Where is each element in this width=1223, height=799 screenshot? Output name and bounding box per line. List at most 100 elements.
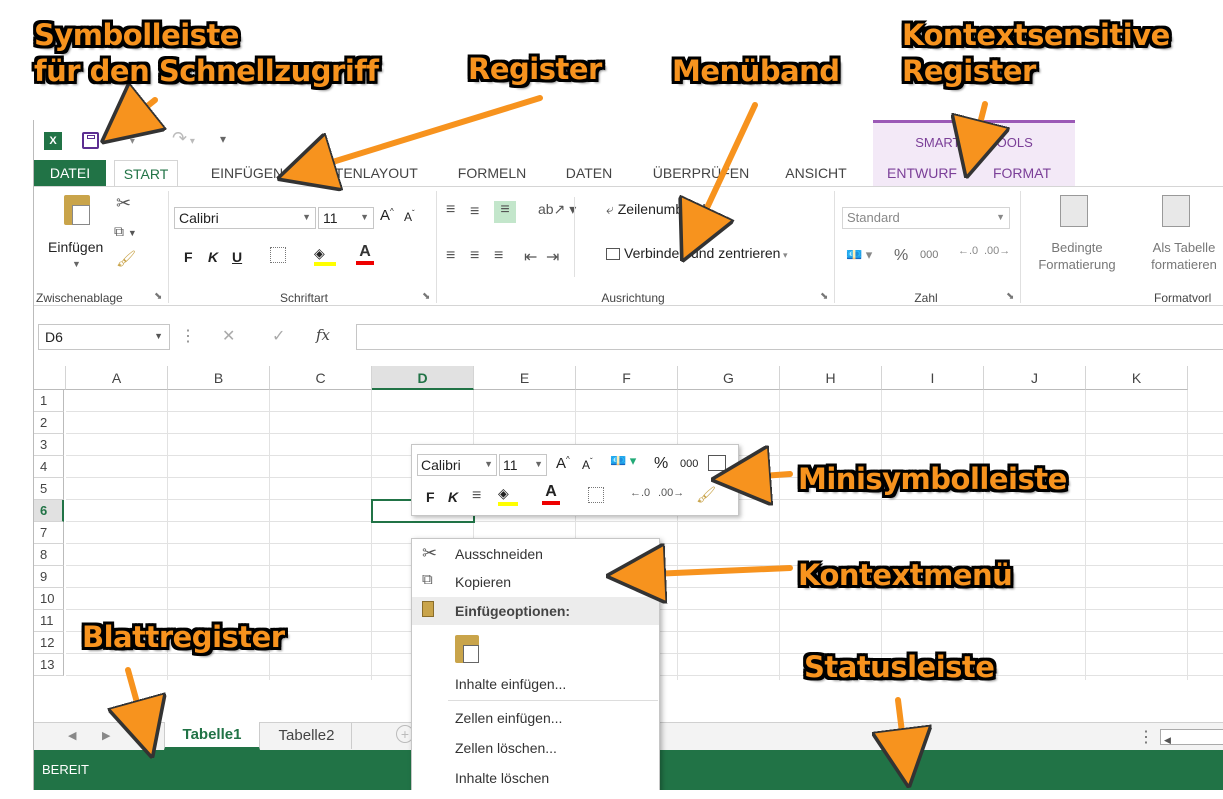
underline-button[interactable]: U [232, 249, 242, 265]
format-as-table-button[interactable]: Als Tabelle formatieren [1134, 239, 1223, 273]
save-icon[interactable] [82, 132, 99, 149]
select-all-corner[interactable] [34, 366, 66, 390]
align-left-icon[interactable]: ≡ [446, 247, 455, 265]
font-color-icon[interactable]: A [356, 243, 374, 265]
conditional-formatting-button[interactable]: Bedingte Formatierung [1026, 239, 1128, 273]
alignment-launcher-icon[interactable]: ⬊ [820, 291, 828, 302]
mini-size-dropdown[interactable]: 11 ▼ [499, 454, 547, 476]
align-top-icon[interactable]: ≡ [446, 201, 455, 219]
tab-start[interactable]: START [114, 160, 178, 187]
row-header-3[interactable]: 3 [34, 434, 64, 456]
row-header-7[interactable]: 7 [34, 522, 64, 544]
column-header-e[interactable]: E [474, 366, 576, 390]
merge-center-button[interactable]: Verbinden und zentrieren ▾ [606, 245, 787, 261]
clipboard-launcher-icon[interactable]: ⬊ [154, 291, 162, 302]
paste-option-icon[interactable] [455, 635, 479, 663]
row-header-10[interactable]: 10 [34, 588, 64, 610]
column-header-g[interactable]: G [678, 366, 780, 390]
sheet-tab-tabelle2[interactable]: Tabelle2 [262, 723, 352, 749]
paste-icon[interactable] [64, 195, 90, 225]
formula-input[interactable] [356, 324, 1223, 350]
font-launcher-icon[interactable]: ⬊ [422, 291, 430, 302]
undo-icon[interactable]: ↶ ▾ [112, 128, 135, 149]
column-header-d[interactable]: D [372, 366, 474, 390]
mini-format-painter-icon[interactable]: 🖌 [696, 485, 716, 505]
decrease-decimal-icon[interactable]: .00→ [984, 245, 1010, 257]
mini-merge-icon[interactable] [708, 455, 726, 471]
tab-ansicht[interactable]: ANSICHT [776, 160, 856, 186]
tab-einfuegen[interactable]: EINFÜGEN [202, 160, 292, 186]
column-header-c[interactable]: C [270, 366, 372, 390]
menu-item-insert-cells[interactable]: Zellen einfügen... [412, 705, 659, 731]
align-center-icon[interactable]: ≡ [470, 247, 479, 265]
name-box[interactable]: D6 ▼ [38, 324, 170, 350]
mini-fill-color-icon[interactable]: ◈ [498, 485, 518, 506]
orientation-icon[interactable]: ab↗ ▾ [538, 201, 576, 218]
row-header-2[interactable]: 2 [34, 412, 64, 434]
tab-formeln[interactable]: FORMELN [452, 160, 532, 186]
mini-decrease-decimal-icon[interactable]: .00→ [658, 487, 684, 499]
font-size-dropdown[interactable]: 11 ▼ [318, 207, 374, 229]
menu-item-cut[interactable]: Ausschneiden [412, 541, 659, 567]
copy-icon[interactable]: ⧉ ▼ [114, 223, 137, 240]
align-bottom-icon[interactable]: ≡ [494, 201, 516, 223]
paste-button[interactable]: Einfügen [48, 239, 103, 255]
mini-border-icon[interactable] [588, 487, 604, 503]
insert-function-button[interactable]: fx [316, 326, 330, 344]
sheet-tab-tabelle1[interactable]: Tabelle1 [164, 722, 260, 750]
row-header-5[interactable]: 5 [34, 478, 64, 500]
bold-button[interactable]: F [184, 249, 193, 265]
align-right-icon[interactable]: ≡ [494, 247, 503, 265]
tab-datei[interactable]: DATEI [34, 160, 106, 186]
mini-shrink-font-icon[interactable]: Aˇ [582, 457, 593, 472]
grow-font-icon[interactable]: A^ [380, 207, 394, 224]
column-header-h[interactable]: H [780, 366, 882, 390]
increase-decimal-icon[interactable]: ←.0 [958, 245, 978, 257]
mini-font-color-icon[interactable]: A [542, 483, 560, 505]
wrap-text-button[interactable]: ⤶ Zeilenumbruch [606, 201, 710, 218]
paste-dropdown-icon[interactable]: ▼ [72, 259, 81, 269]
mini-bold-button[interactable]: F [426, 489, 435, 505]
tab-seitenlayout[interactable]: SEITENLAYOUT [306, 160, 424, 186]
menu-item-paste-special[interactable]: Inhalte einfügen... [412, 671, 659, 697]
mini-thousands-button[interactable]: 000 [680, 458, 698, 470]
shrink-font-icon[interactable]: Aˇ [404, 209, 415, 224]
row-header-8[interactable]: 8 [34, 544, 64, 566]
tab-daten[interactable]: DATEN [554, 160, 624, 186]
tab-entwurf[interactable]: ENTWURF [880, 160, 964, 186]
fill-color-icon[interactable]: ◈ [314, 245, 336, 266]
scroll-right-icon[interactable]: ▶ [102, 729, 110, 742]
cancel-icon[interactable]: ✕ [222, 326, 235, 346]
enter-icon[interactable]: ✓ [272, 326, 285, 346]
scroll-left-icon[interactable]: ◀ [68, 729, 76, 742]
mini-font-dropdown[interactable]: Calibri ▼ [417, 454, 497, 476]
mini-align-center-icon[interactable]: ≡ [472, 487, 481, 505]
number-format-dropdown[interactable]: Standard ▼ [842, 207, 1010, 229]
row-header-12[interactable]: 12 [34, 632, 64, 654]
row-header-4[interactable]: 4 [34, 456, 64, 478]
conditional-formatting-icon[interactable] [1060, 195, 1088, 227]
border-icon[interactable] [270, 247, 286, 263]
thousands-button[interactable]: 000 [920, 249, 938, 261]
tab-ueberpruefen[interactable]: ÜBERPRÜFEN [646, 160, 756, 186]
column-header-b[interactable]: B [168, 366, 270, 390]
mini-currency-icon[interactable]: 💶 ▾ [610, 453, 636, 469]
cut-icon[interactable]: ✂ [116, 193, 131, 214]
mini-grow-font-icon[interactable]: A^ [556, 455, 570, 472]
column-header-i[interactable]: I [882, 366, 984, 390]
mini-increase-decimal-icon[interactable]: ←.0 [630, 487, 650, 499]
row-header-6[interactable]: 6 [34, 500, 64, 522]
column-header-k[interactable]: K [1086, 366, 1188, 390]
percent-button[interactable]: % [894, 247, 908, 265]
currency-icon[interactable]: 💶 ▾ [846, 247, 872, 263]
row-header-9[interactable]: 9 [34, 566, 64, 588]
redo-icon[interactable]: ↷ ▾ [172, 128, 195, 149]
menu-item-copy[interactable]: Kopieren [412, 569, 659, 595]
mini-italic-button[interactable]: K [448, 489, 458, 505]
column-header-a[interactable]: A [66, 366, 168, 390]
row-header-1[interactable]: 1 [34, 390, 64, 412]
row-header-11[interactable]: 11 [34, 610, 64, 632]
menu-item-delete-cells[interactable]: Zellen löschen... [412, 735, 659, 761]
decrease-indent-icon[interactable]: ⇤ [524, 247, 537, 267]
column-header-f[interactable]: F [576, 366, 678, 390]
